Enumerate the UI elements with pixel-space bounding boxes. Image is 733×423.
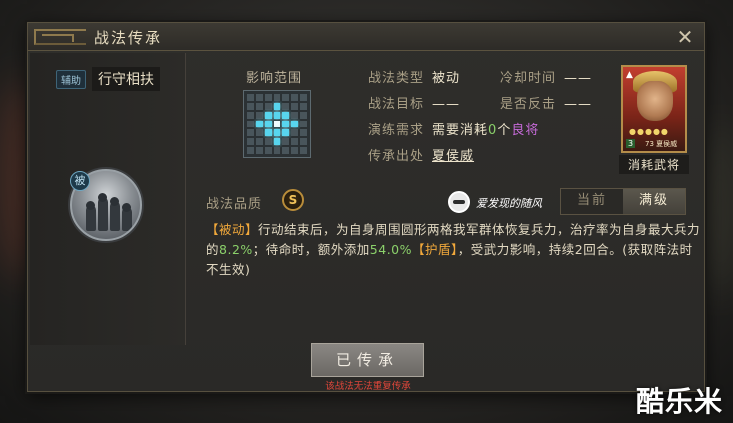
skill-name: 行守相扶	[92, 67, 160, 91]
range-cell	[247, 102, 254, 110]
cooldown-row: 冷却时间 ——	[500, 71, 593, 86]
range-cell	[247, 129, 254, 137]
passive-badge: 被	[70, 171, 90, 191]
range-cell	[300, 147, 307, 154]
range-cell-active	[273, 111, 281, 119]
source-general-link[interactable]: 夏侯威	[432, 149, 474, 164]
range-cell	[247, 94, 254, 101]
skill-summary-panel: 辅助 行守相扶 被	[30, 53, 186, 345]
range-cell	[291, 111, 299, 119]
range-cell-active	[282, 129, 290, 137]
range-cell	[247, 111, 254, 119]
range-cell	[264, 138, 272, 146]
range-cell	[255, 147, 263, 154]
range-cell-self	[273, 120, 281, 128]
range-cell	[300, 129, 307, 137]
skill-category-badge: 辅助	[56, 69, 86, 89]
title-ornament-icon	[34, 29, 86, 45]
watermark-logo-icon	[448, 191, 470, 213]
range-cell	[300, 120, 307, 128]
range-cell	[255, 111, 263, 119]
range-cell	[291, 138, 299, 146]
dialog-title: 战法传承	[94, 29, 163, 47]
range-cell-active	[255, 120, 263, 128]
range-cell-active	[264, 120, 272, 128]
skill-description: 【被动】行动结束后，为自身周围圆形两格我军群体恢复兵力，治疗率为自身最大兵力的8…	[206, 222, 701, 277]
tab-max-level[interactable]: 满级	[623, 189, 685, 214]
range-cell	[247, 138, 254, 146]
quality-grade-badge: S	[282, 189, 304, 211]
quality-label: 战法品质	[206, 197, 263, 212]
range-cell	[273, 147, 281, 154]
general-portrait	[637, 81, 673, 121]
range-cell	[300, 102, 307, 110]
range-cell	[264, 147, 272, 154]
range-cell	[247, 120, 254, 128]
range-cell	[300, 138, 307, 146]
skill-inherit-dialog: 战法传承 ✕ 辅助 行守相扶 被 影响范围 战法类型 被动 冷却时间 —— 战法目标…	[27, 22, 705, 392]
title-bar: 战法传承 ✕	[28, 23, 704, 51]
range-cell	[291, 147, 299, 154]
star-rating: ●●●●●	[629, 127, 669, 136]
range-cell	[300, 111, 307, 119]
general-card-name: 73 夏侯威	[645, 140, 678, 148]
range-cell	[255, 138, 263, 146]
consume-general-label: 消耗武将	[619, 155, 689, 174]
range-cell	[282, 94, 290, 101]
skill-name-row: 辅助 行守相扶	[56, 67, 160, 91]
range-cell	[255, 94, 263, 101]
site-watermark: 酷乐米	[636, 385, 724, 418]
close-icon[interactable]: ✕	[674, 26, 696, 48]
range-cell	[264, 102, 272, 110]
range-label: 影响范围	[246, 71, 303, 86]
range-cell	[255, 129, 263, 137]
range-cell	[291, 102, 299, 110]
range-cell	[273, 94, 281, 101]
background-scene-right	[705, 120, 733, 300]
range-cell-active	[282, 111, 290, 119]
range-cell	[291, 129, 299, 137]
range-cell-active	[282, 120, 290, 128]
skill-target-row: 战法目标 ——	[368, 97, 461, 112]
range-cell-active	[273, 129, 281, 137]
range-cell-active	[273, 138, 281, 146]
watermark-text: 爱发现的随风	[476, 197, 542, 210]
range-cell	[282, 147, 290, 154]
range-cell-active	[273, 102, 281, 110]
range-cell	[247, 147, 254, 154]
inherit-warning: 该战法无法重复传承	[325, 381, 411, 392]
tab-current-level[interactable]: 当前	[561, 189, 623, 214]
inherit-source-row: 传承出处 夏侯威	[368, 149, 475, 164]
range-cell	[264, 94, 272, 101]
range-cell	[282, 138, 290, 146]
range-cell	[300, 94, 307, 101]
inherited-button[interactable]: 已传承	[311, 343, 424, 377]
range-cell	[255, 102, 263, 110]
level-tabs: 当前 满级	[560, 188, 686, 215]
range-cell	[282, 102, 290, 110]
range-cell-active	[291, 120, 299, 128]
skill-type-row: 战法类型 被动	[368, 71, 461, 86]
training-requirement-row: 演练需求 需要消耗0个良将	[368, 123, 540, 138]
range-cell-active	[264, 111, 272, 119]
rank-icon: ▲	[626, 70, 633, 80]
general-cost: 3	[626, 139, 636, 148]
counter-attack-row: 是否反击 ——	[500, 97, 593, 112]
range-cell-active	[264, 129, 272, 137]
general-card[interactable]: ▲ ●●●●● 3 73 夏侯威	[621, 65, 687, 153]
range-cell	[291, 94, 299, 101]
range-grid	[243, 90, 311, 158]
